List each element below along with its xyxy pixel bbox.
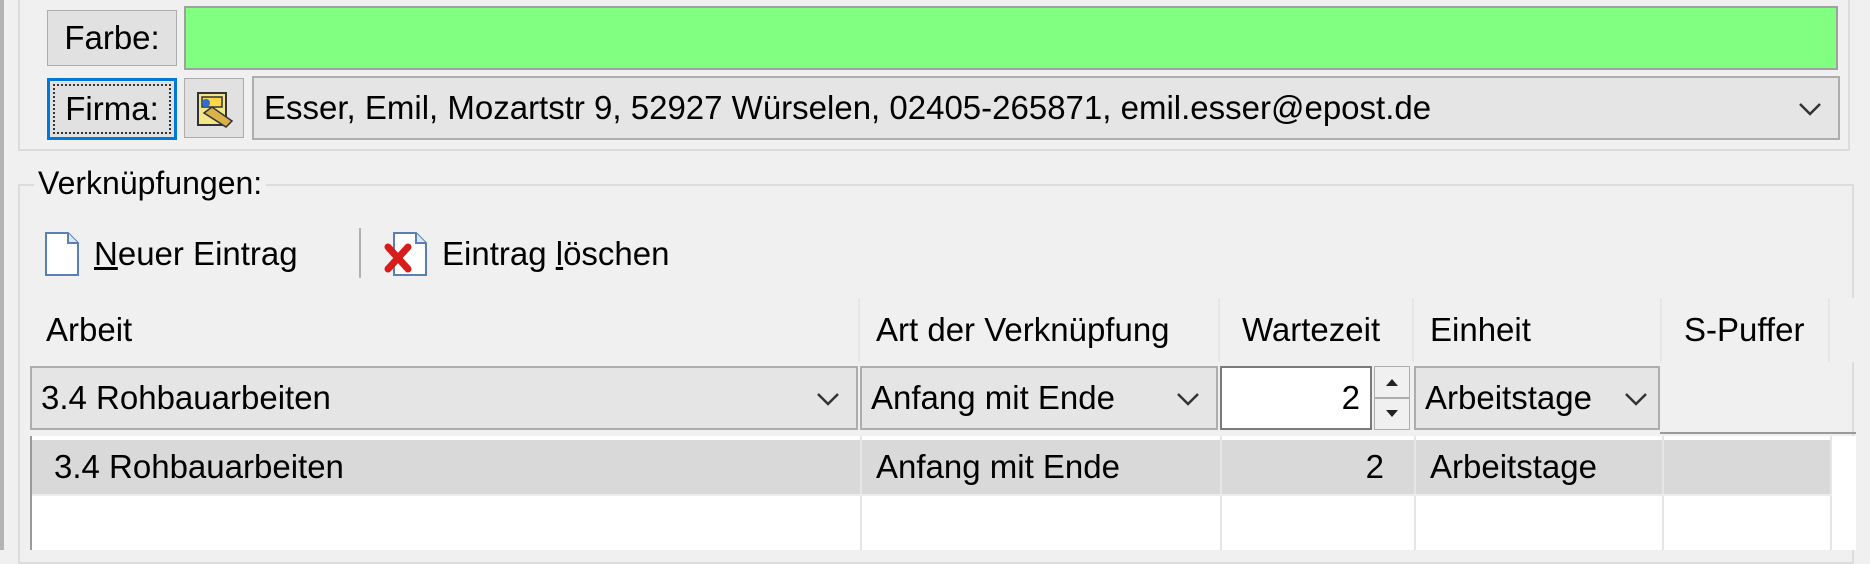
- column-divider: [1662, 436, 1664, 550]
- delete-entry-button[interactable]: Eintrag löschen: [384, 226, 670, 282]
- column-divider: [1220, 436, 1222, 550]
- table-row[interactable]: 3.4 Rohbauarbeiten Anfang mit Ende 2 Arb…: [32, 440, 1832, 494]
- wartezeit-value: 2: [1341, 379, 1360, 416]
- column-divider: [1828, 298, 1830, 362]
- column-divider: [1414, 436, 1416, 550]
- window-left-border: [0, 0, 4, 550]
- caret-up-icon: [1386, 379, 1398, 386]
- column-header-wartezeit[interactable]: Wartezeit: [1242, 298, 1380, 362]
- arbeit-combobox[interactable]: 3.4 Rohbauarbeiten: [30, 366, 858, 430]
- new-entry-label: Neuer Eintrag: [94, 235, 298, 272]
- cell-art: Anfang mit Ende: [876, 448, 1120, 485]
- arbeit-value: 3.4 Rohbauarbeiten: [41, 379, 331, 416]
- address-book-icon: [197, 92, 234, 128]
- column-header-arbeit[interactable]: Arbeit: [46, 298, 132, 362]
- spin-up-button[interactable]: [1374, 366, 1410, 398]
- farbe-label: Farbe:: [64, 19, 160, 56]
- column-divider: [1660, 298, 1662, 362]
- delete-document-icon: [384, 232, 427, 276]
- grid-header: Arbeit Art der Verknüpfung Wartezeit Ein…: [28, 298, 1856, 362]
- new-document-icon: [45, 232, 79, 276]
- firma-label-button[interactable]: Firma:: [47, 78, 177, 140]
- chevron-down-icon[interactable]: [1174, 368, 1202, 428]
- column-header-einheit[interactable]: Einheit: [1430, 298, 1531, 362]
- delete-entry-label: Eintrag löschen: [442, 235, 670, 272]
- new-entry-button[interactable]: Neuer Eintrag: [42, 226, 298, 282]
- column-divider: [1830, 436, 1832, 550]
- column-divider: [860, 436, 862, 550]
- farbe-label-button[interactable]: Farbe:: [47, 10, 177, 66]
- verknuepfungen-legend: Verknüpfungen:: [34, 162, 267, 204]
- column-header-s-puffer[interactable]: S-Puffer: [1684, 298, 1804, 362]
- column-header-art[interactable]: Art der Verknüpfung: [876, 298, 1170, 362]
- einheit-combobox[interactable]: Arbeitstage: [1414, 366, 1660, 430]
- column-divider: [1218, 298, 1220, 362]
- chevron-down-icon[interactable]: [1796, 78, 1824, 138]
- links-grid: 3.4 Rohbauarbeiten Anfang mit Ende 2 Arb…: [30, 436, 1856, 550]
- wartezeit-input[interactable]: 2: [1220, 366, 1372, 430]
- toolbar-separator: [359, 228, 361, 278]
- art-value: Anfang mit Ende: [871, 379, 1115, 416]
- einheit-value: Arbeitstage: [1425, 379, 1592, 416]
- column-divider: [1412, 298, 1414, 362]
- focus-rectangle: [53, 84, 171, 134]
- spin-down-button[interactable]: [1374, 398, 1410, 430]
- firma-value: Esser, Emil, Mozartstr 9, 52927 Würselen…: [264, 89, 1432, 126]
- farbe-color-swatch[interactable]: [184, 6, 1838, 70]
- chevron-down-icon[interactable]: [814, 368, 842, 428]
- row-gridline: [32, 494, 1832, 496]
- column-divider: [858, 298, 860, 362]
- firma-combobox[interactable]: Esser, Emil, Mozartstr 9, 52927 Würselen…: [252, 76, 1840, 140]
- editor-row-rule: [1660, 432, 1856, 434]
- art-combobox[interactable]: Anfang mit Ende: [860, 366, 1218, 430]
- wartezeit-spinner[interactable]: [1374, 366, 1410, 430]
- caret-down-icon: [1386, 410, 1398, 417]
- firma-picker-button[interactable]: [184, 78, 244, 138]
- cell-arbeit: 3.4 Rohbauarbeiten: [54, 448, 344, 485]
- chevron-down-icon[interactable]: [1622, 368, 1650, 428]
- cell-einheit: Arbeitstage: [1430, 448, 1597, 485]
- cell-wartezeit: 2: [1365, 448, 1384, 485]
